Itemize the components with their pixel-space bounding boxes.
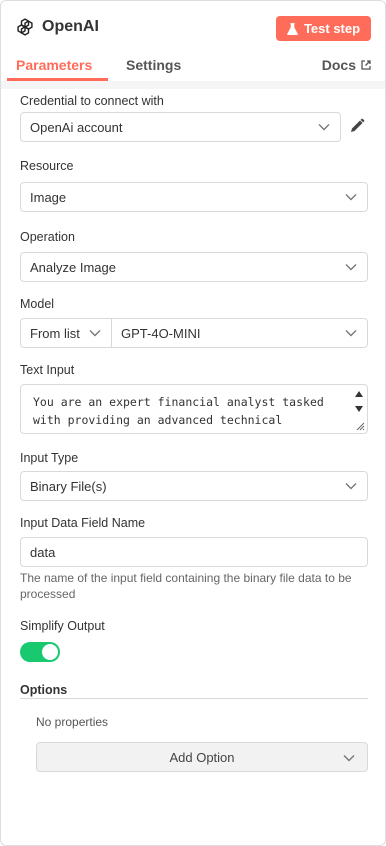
- resource-label: Resource: [20, 159, 74, 173]
- test-step-button[interactable]: Test step: [276, 16, 371, 41]
- input-type-select[interactable]: Binary File(s): [20, 471, 368, 501]
- panel-header: OpenAI Test step: [1, 1, 385, 55]
- edit-credential-icon[interactable]: [349, 118, 365, 134]
- chevron-down-icon: [89, 330, 101, 337]
- chevron-down-icon: [345, 264, 357, 271]
- docs-label: Docs: [321, 57, 356, 73]
- input-data-field-value: data: [30, 544, 56, 560]
- chevron-down-icon: [345, 330, 357, 337]
- tab-parameters[interactable]: Parameters: [16, 57, 92, 73]
- content-top-strip: [1, 81, 385, 89]
- input-type-label: Input Type: [20, 451, 79, 465]
- external-link-icon: [361, 60, 371, 70]
- input-type-value: Binary File(s): [30, 478, 107, 494]
- operation-value: Analyze Image: [30, 259, 116, 275]
- resize-handle-icon[interactable]: [356, 422, 365, 431]
- input-data-field-hint: The name of the input field containing t…: [20, 571, 352, 601]
- operation-select[interactable]: Analyze Image: [20, 252, 368, 282]
- input-data-field-input[interactable]: data: [20, 537, 368, 567]
- scroll-down-arrow-icon[interactable]: [355, 406, 363, 412]
- text-input-value: You are an expert financial analyst task…: [33, 395, 324, 433]
- flask-icon: [287, 22, 298, 35]
- model-label: Model: [20, 297, 55, 311]
- credential-select[interactable]: OpenAi account: [20, 112, 341, 142]
- text-input-label: Text Input: [20, 363, 75, 377]
- tab-bar: Parameters Settings Docs: [1, 51, 385, 81]
- model-mode-value: From list: [30, 325, 80, 341]
- no-properties-text: No properties: [36, 715, 109, 729]
- node-title: OpenAI: [42, 18, 99, 35]
- operation-label: Operation: [20, 230, 75, 244]
- chevron-down-icon: [343, 755, 355, 762]
- model-mode-select[interactable]: From list: [20, 318, 112, 348]
- chevron-down-icon: [345, 194, 357, 201]
- tab-settings[interactable]: Settings: [126, 57, 181, 73]
- options-divider: [20, 698, 368, 699]
- text-input-textarea[interactable]: You are an expert financial analyst task…: [20, 384, 368, 434]
- credential-label: Credential to connect with: [20, 94, 164, 108]
- chevron-down-icon: [318, 124, 330, 131]
- credential-value: OpenAi account: [30, 119, 123, 135]
- simplify-output-toggle[interactable]: [20, 642, 60, 662]
- chevron-down-icon: [345, 483, 357, 490]
- docs-link[interactable]: Docs: [322, 57, 371, 73]
- test-step-label: Test step: [303, 21, 361, 36]
- resource-value: Image: [30, 189, 67, 205]
- add-option-label: Add Option: [169, 749, 235, 765]
- openai-logo-icon: [17, 18, 33, 36]
- simplify-output-label: Simplify Output: [20, 619, 105, 633]
- options-title: Options: [20, 683, 68, 697]
- add-option-button[interactable]: Add Option: [36, 742, 368, 772]
- input-data-field-label: Input Data Field Name: [20, 516, 146, 530]
- model-value: GPT-4O-MINI: [121, 325, 201, 341]
- scroll-up-arrow-icon[interactable]: [355, 391, 363, 397]
- model-select[interactable]: GPT-4O-MINI: [111, 318, 368, 348]
- node-parameters-panel: OpenAI Test step Parameters Settings Doc…: [0, 0, 386, 846]
- resource-select[interactable]: Image: [20, 182, 368, 212]
- toggle-knob: [42, 644, 58, 660]
